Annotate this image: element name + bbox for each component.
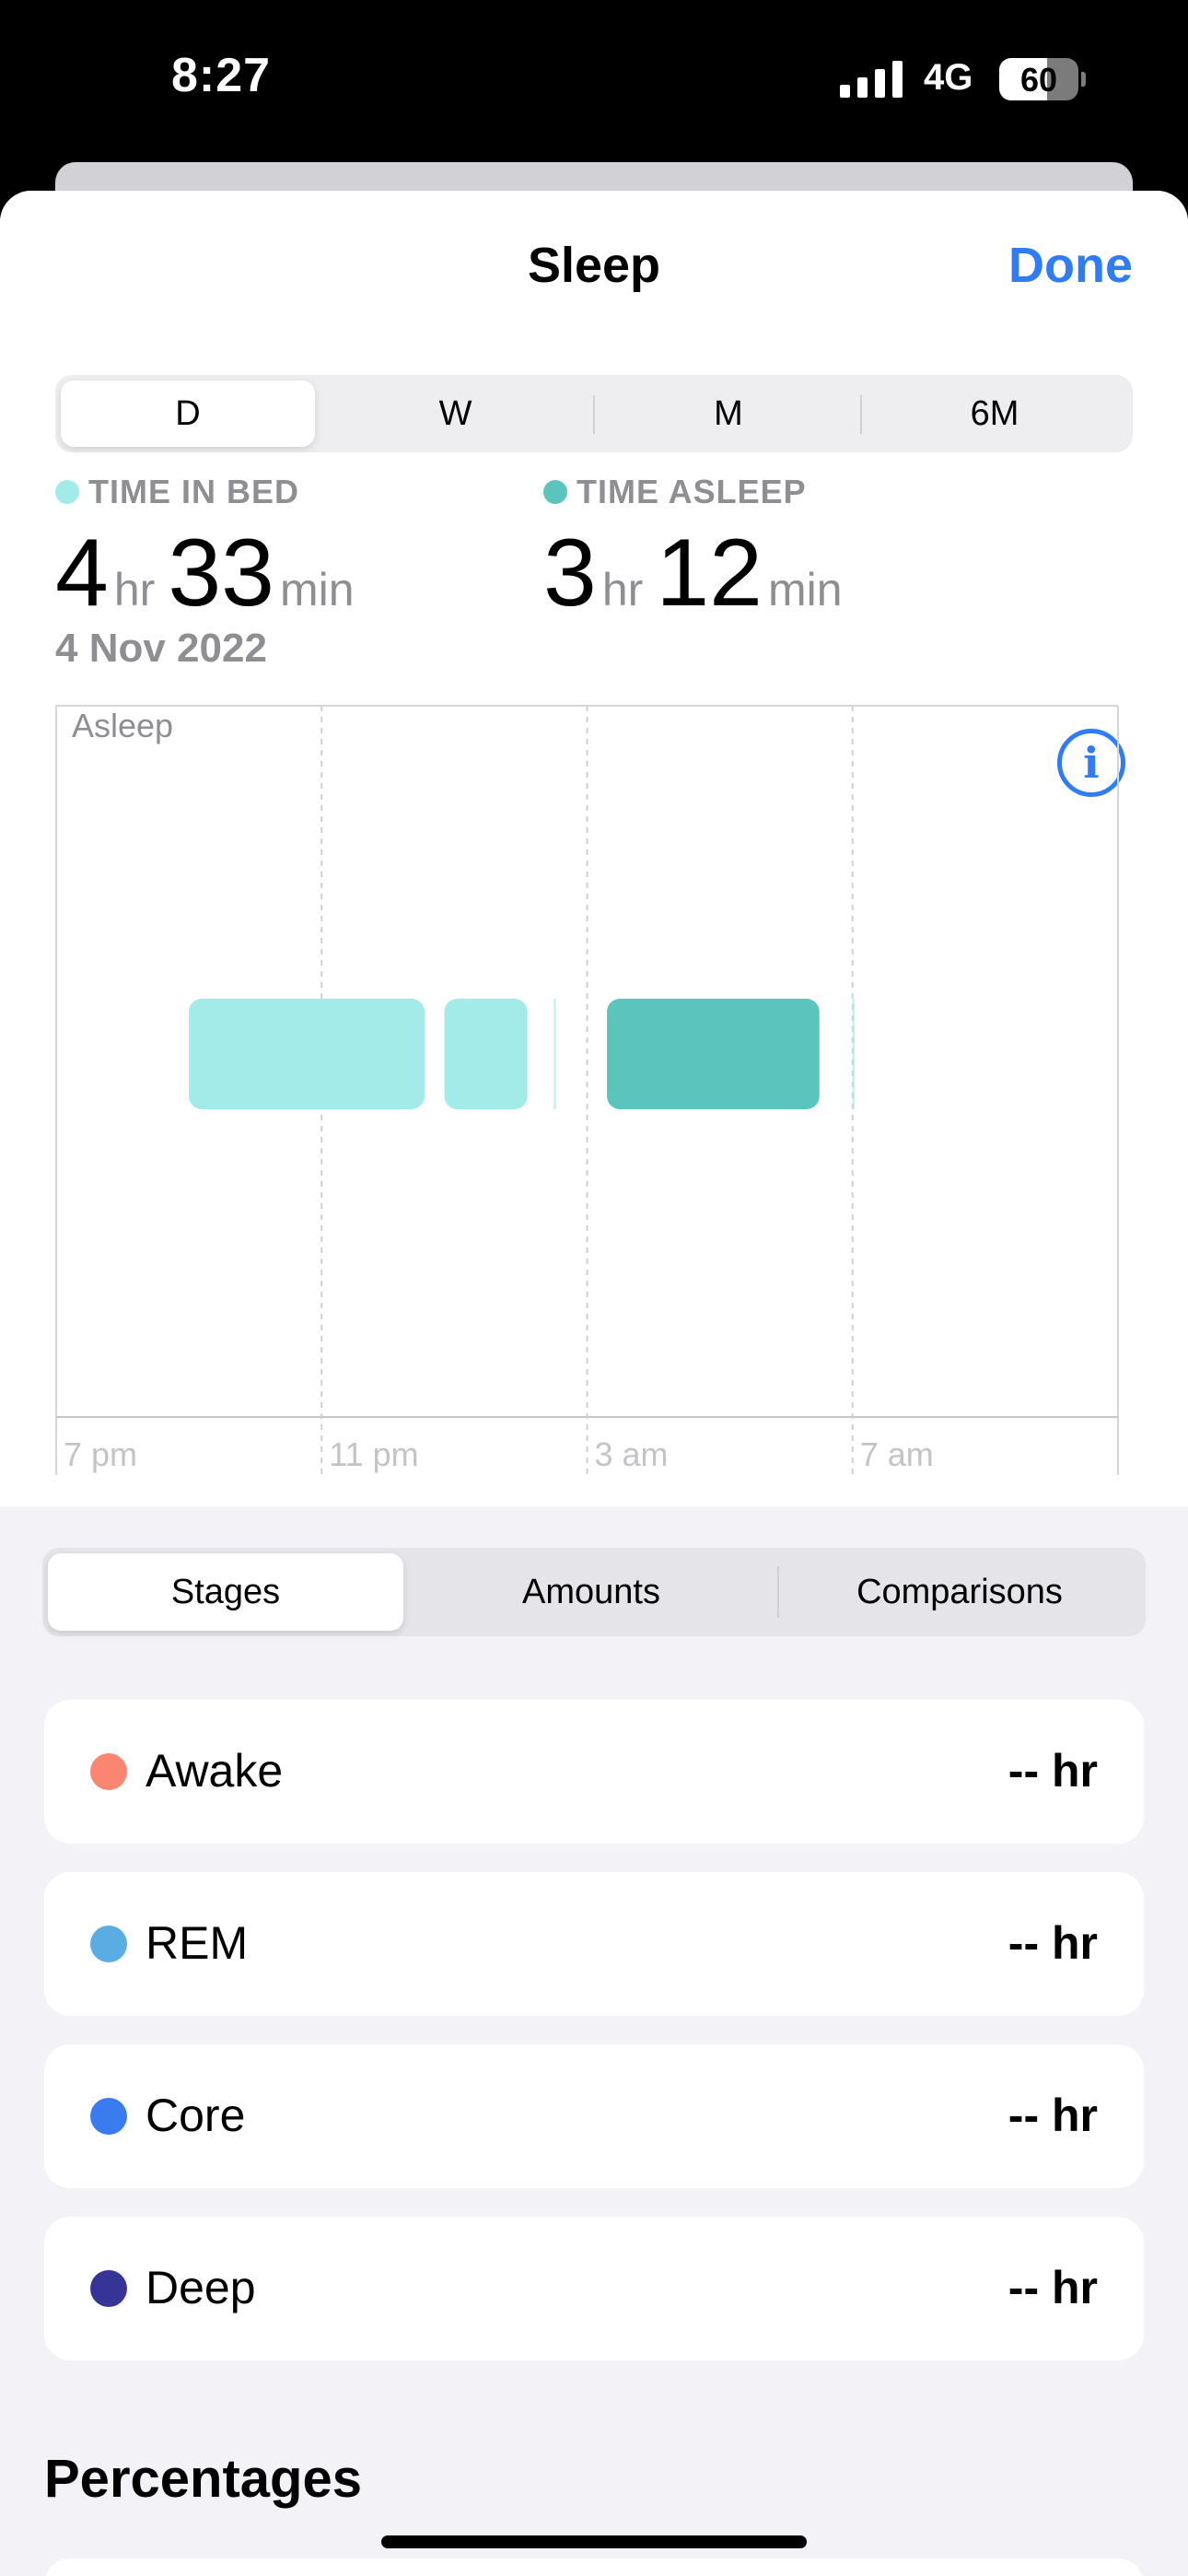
network-type: 4G (924, 57, 973, 98)
range-segmented-control: D W M 6M (55, 375, 1133, 452)
time-asleep-label-text: TIME ASLEEP (577, 473, 807, 510)
tab-comparisons[interactable]: Comparisons (779, 1553, 1140, 1631)
time-asleep-minutes: 12 (656, 520, 763, 626)
stage-row-rem[interactable]: REM -- hr (44, 1872, 1144, 2016)
stage-value: -- hr (1007, 2090, 1098, 2141)
status-bar: 8:27 4G 60 (0, 0, 1188, 166)
y-axis-label: Asleep (72, 707, 173, 744)
stage-value: -- hr (1007, 1917, 1098, 1969)
battery-nub (1081, 72, 1086, 87)
stage-label: REM (146, 1917, 249, 1969)
battery-icon: 60 (999, 58, 1078, 100)
cellular-signal-icon (840, 61, 903, 98)
time-in-bed-value: 4 hr 33 min (55, 519, 367, 628)
tab-month[interactable]: M (595, 381, 862, 447)
stage-row-awake[interactable]: Awake -- hr (44, 1700, 1144, 1844)
time-asleep-dot (543, 480, 567, 504)
time-asleep-label: TIME ASLEEP (543, 473, 807, 511)
stage-value: -- hr (1007, 1745, 1098, 1797)
time-asleep-value: 3 hr 12 min (543, 519, 856, 628)
stage-value: -- hr (1007, 2262, 1098, 2313)
time-in-bed-label-text: TIME IN BED (88, 473, 300, 510)
sleep-sheet: Sleep Done D W M 6M TIME IN BED 4 hr 33 … (0, 191, 1188, 2576)
stage-label: Core (146, 2090, 246, 2141)
sleep-chart: 7 pm 11 pm 3 am 7 am Asleep (55, 705, 1119, 1475)
status-time: 8:27 (171, 49, 272, 102)
tab-stages[interactable]: Stages (48, 1553, 403, 1631)
stage-label: Awake (146, 1745, 284, 1797)
stage-label: Deep (146, 2262, 256, 2313)
sleep-bar (553, 999, 556, 1109)
time-asleep-hours: 3 (543, 520, 597, 626)
awake-dot (90, 1753, 127, 1790)
x-tick-label: 11 pm (329, 1435, 418, 1473)
tab-amounts[interactable]: Amounts (411, 1553, 772, 1631)
home-indicator[interactable] (381, 2535, 807, 2548)
time-in-bed-label: TIME IN BED (55, 473, 299, 511)
deep-dot (90, 2270, 127, 2307)
sleep-bar (189, 999, 425, 1109)
tab-6-months[interactable]: 6M (862, 381, 1127, 447)
time-in-bed-hours: 4 (55, 520, 109, 626)
time-asleep-min-unit: min (768, 564, 843, 615)
date-label: 4 Nov 2022 (55, 626, 267, 671)
x-tick-label: 3 am (595, 1435, 669, 1473)
time-in-bed-dot (55, 480, 79, 504)
time-in-bed-minutes: 33 (168, 520, 274, 626)
x-tick-label: 7 am (860, 1435, 934, 1473)
x-tick-label: 7 pm (64, 1435, 137, 1473)
sleep-bar (444, 999, 528, 1109)
sleep-bar (607, 999, 820, 1109)
time-asleep-hr-unit: hr (601, 564, 644, 615)
percentages-heading: Percentages (44, 2449, 362, 2509)
stage-row-deep[interactable]: Deep -- hr (44, 2217, 1144, 2360)
time-in-bed-min-unit: min (280, 564, 355, 615)
battery-percent: 60 (1019, 61, 1058, 99)
time-in-bed-hr-unit: hr (113, 564, 156, 615)
tab-week[interactable]: W (324, 381, 587, 447)
stage-row-core[interactable]: Core -- hr (44, 2044, 1144, 2188)
rem-dot (90, 1926, 127, 1962)
view-segmented-control: Stages Amounts Comparisons (42, 1548, 1146, 1636)
core-dot (90, 2098, 127, 2135)
percentages-card (44, 2558, 1144, 2576)
done-button[interactable]: Done (1008, 237, 1133, 294)
tab-day[interactable]: D (61, 381, 315, 447)
sleep-bar (852, 999, 855, 1109)
